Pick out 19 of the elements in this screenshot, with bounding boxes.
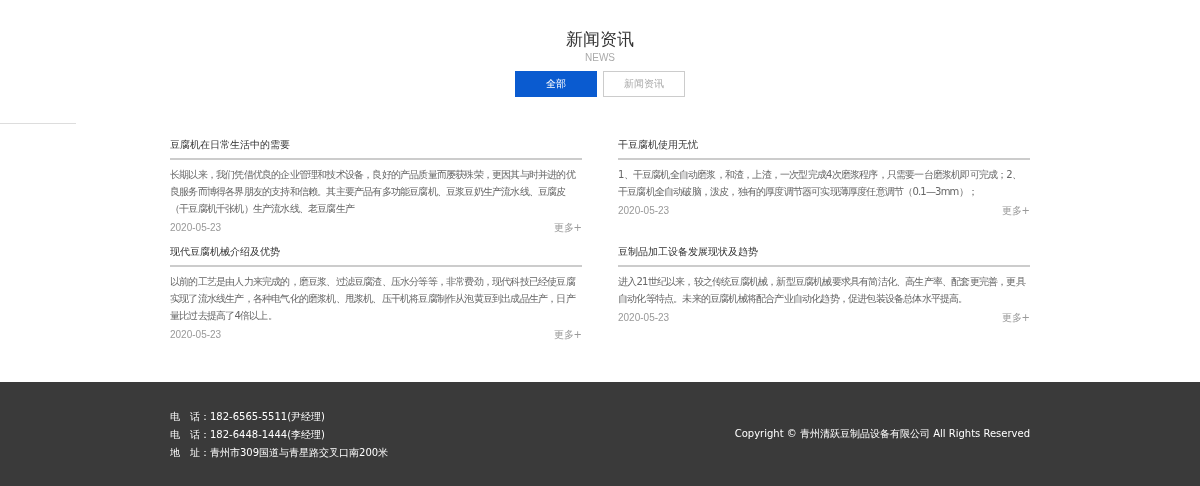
news-title[interactable]: 干豆腐机使用无忧: [618, 138, 1030, 160]
news-title[interactable]: 现代豆腐机械介绍及优势: [170, 245, 582, 267]
contact-line: 电 话：182-6448-1444(李经理): [170, 427, 326, 441]
news-date: 2020-05-23: [170, 328, 222, 342]
copyright-text: Copyright © 青州清跃豆制品设备有限公司 All Rights Reserved: [734, 427, 1030, 441]
news-summary: 以前的工艺是由人力来完成的，磨豆浆、过滤豆腐渣、压水分等等，非常费劲，现代科技已经使豆腐实现了流水线生产，各种电气化的磨浆机、甩浆机、压干机将豆腐制作从泡黄豆到出成品生产，日产量比过去提高了4倍以上。: [170, 275, 577, 323]
category-tab[interactable]: 全部: [515, 71, 597, 97]
news-title[interactable]: 豆制品加工设备发展现状及趋势: [618, 245, 1030, 267]
section-title: 新闻资讯: [566, 28, 634, 50]
contact-line: 地 址：青州市309国道与青星路交叉口南200米: [170, 445, 389, 459]
news-summary: 进入21世纪以来，较之传统豆腐机械，新型豆腐机械要求具有简洁化、高生产率、配套更完善，更具自动化等特点。未来的豆腐机械将配合产业自动化趋势，促进包装设备总体水平提高。: [618, 275, 1027, 306]
news-date: 2020-05-23: [618, 311, 670, 325]
news-title[interactable]: 豆腐机在日常生活中的需要: [170, 138, 582, 160]
contact-line: 电 话：182-6565-5511(尹经理): [170, 409, 326, 423]
news-summary: 长期以来，我们凭借优良的企业管理和技术设备，良好的产品质量而屡获殊荣，更因其与时并进的优良服务而博得各界朋友的支持和信赖。其主要产品有多功能豆腐机、豆浆豆奶生产流水线、豆腐皮（干豆腐机千张机）生产流水线、老豆腐生产: [170, 168, 577, 216]
news-date: 2020-05-23: [618, 204, 670, 218]
section-subtitle: NEWS: [585, 52, 615, 63]
news-date: 2020-05-23: [170, 221, 222, 235]
news-summary: 1、干豆腐机全自动磨浆，和渣，上渣，一次型完成4次磨浆程序，只需要一台磨浆机即可完成；2、干豆腐机全自动破脑，泼皮，独有的厚度调节器可实现薄厚度任意调节（0.1—3mm）；: [618, 168, 1023, 199]
